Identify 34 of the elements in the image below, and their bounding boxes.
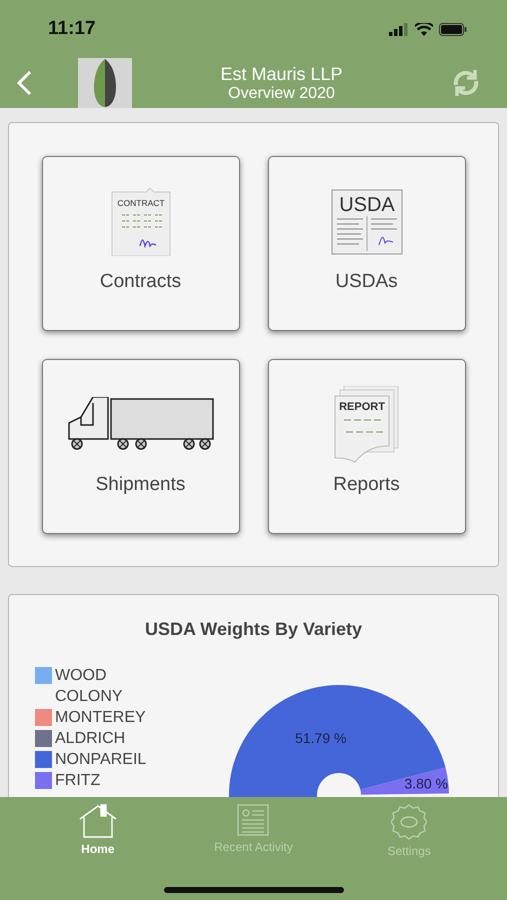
document-icon [331,190,402,254]
settings-icon [391,804,428,840]
slice-label: 3.80 % [404,775,448,792]
legend-label: WOOD COLONY [55,666,124,707]
menu-tile[interactable]: REPORT Reports [268,359,466,534]
leaf-icon [93,59,117,107]
legend-label: FRITZ [55,771,102,791]
chart-title: USDA Weights By Variety [144,619,364,640]
document-icon [111,188,170,256]
dashed-lines-drawing [121,214,163,228]
icon-label: CONTRACT [116,198,164,208]
refresh-icon [451,68,481,98]
overview-subtitle: Overview 2020 [228,84,335,102]
dashed-lines-drawing [343,420,386,432]
house-icon [78,804,117,838]
signature-icon [378,236,393,246]
menu-tile[interactable]: Shipments [42,359,240,534]
icon-label: USDA [338,194,394,216]
chevron-left-icon [16,70,32,96]
newsletter-icon [237,804,270,836]
signature-icon [138,240,156,247]
icon-label: REPORT [338,401,384,413]
menu-tile[interactable]: CONTRACT Contracts [42,156,240,331]
legend-label: MONTEREY [55,708,147,728]
wifi-icon [415,22,433,36]
battery-icon [439,22,467,36]
paper-stack-icon [334,386,398,462]
company-title: Est Mauris LLP [220,64,343,84]
legend-label: ALDRICH [55,729,126,749]
status-time: 11:17 [48,18,96,40]
legend-label: NONPAREIL [55,750,148,770]
slice-label: 51.79 % [295,730,346,746]
menu-tile[interactable]: USDA USDAs [268,156,466,331]
signal-icon [389,22,409,36]
